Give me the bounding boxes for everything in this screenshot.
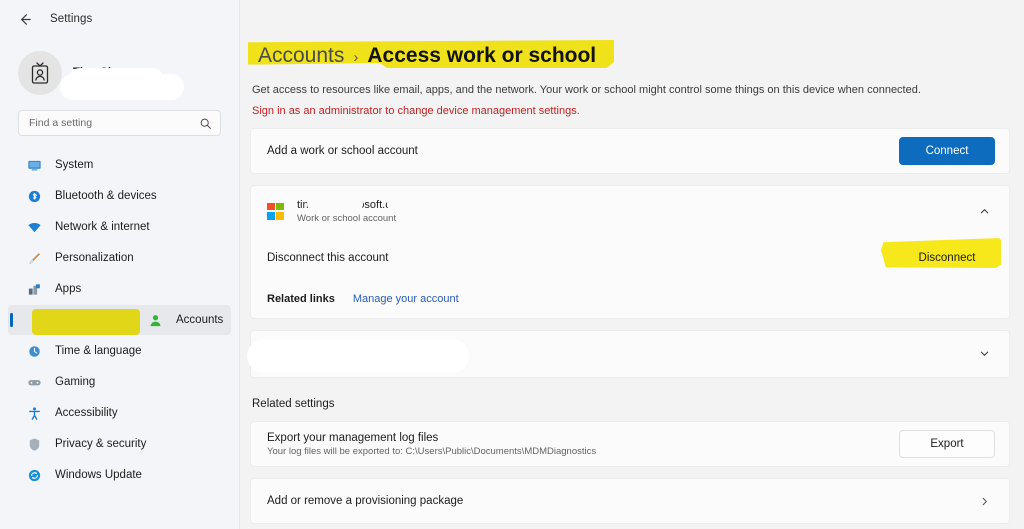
chevron-up-icon[interactable] bbox=[973, 200, 995, 222]
sidebar-item-bluetooth-devices[interactable]: Bluetooth & devices bbox=[8, 181, 231, 211]
add-account-label: Add a work or school account bbox=[267, 145, 418, 157]
export-logs-card: Export your management log files Your lo… bbox=[250, 421, 1010, 467]
chevron-right-icon[interactable] bbox=[973, 490, 995, 512]
sidebar-item-windows-update[interactable]: Windows Update bbox=[8, 460, 231, 490]
sidebar-item-accessibility[interactable]: Accessibility bbox=[8, 398, 231, 428]
add-account-row[interactable]: Add a work or school account Connect bbox=[251, 129, 1009, 173]
redaction-overlay-collapsed bbox=[247, 339, 469, 373]
admin-warning: Sign in as an administrator to change de… bbox=[252, 105, 580, 117]
sidebar-item-system[interactable]: System bbox=[8, 150, 231, 180]
sidebar-item-network-internet[interactable]: Network & internet bbox=[8, 212, 231, 242]
sidebar-item-time-language[interactable]: Time & language bbox=[8, 336, 231, 366]
apps-icon bbox=[26, 281, 42, 297]
navigation-list: System Bluetooth & devices Network & int… bbox=[0, 142, 239, 529]
sidebar-item-label: Gaming bbox=[55, 376, 96, 388]
update-icon bbox=[26, 467, 42, 483]
microsoft-logo-icon bbox=[267, 202, 284, 220]
page-title: Access work or school bbox=[367, 44, 597, 67]
disconnect-label: Disconnect this account bbox=[267, 252, 389, 264]
provisioning-package-row[interactable]: Add or remove a provisioning package bbox=[251, 479, 1009, 523]
back-arrow-icon bbox=[20, 13, 31, 25]
export-logs-path: Your log files will be exported to: C:\U… bbox=[267, 445, 597, 457]
account-info: tin@l.onmicrosoft.com Work or school acc… bbox=[297, 195, 960, 224]
account-email: tin@l.onmicrosoft.com bbox=[297, 195, 960, 212]
sidebar: Settings Tina Chen bbox=[0, 0, 240, 529]
export-logs-title: Export your management log files bbox=[267, 431, 439, 444]
sidebar-item-personalization[interactable]: Personalization bbox=[8, 243, 231, 273]
redaction-overlay-email-a bbox=[307, 195, 363, 212]
add-account-card: Add a work or school account Connect bbox=[250, 128, 1010, 174]
export-logs-row[interactable]: Export your management log files Your lo… bbox=[251, 422, 1009, 466]
search-icon bbox=[200, 118, 211, 129]
selection-indicator bbox=[10, 313, 13, 327]
sidebar-item-privacy-security[interactable]: Privacy & security bbox=[8, 429, 231, 459]
sidebar-item-label: Accessibility bbox=[55, 407, 118, 419]
connected-account-card: tin@l.onmicrosoft.com Work or school acc… bbox=[250, 185, 1010, 319]
page-description: Get access to resources like email, apps… bbox=[252, 84, 921, 96]
redaction-overlay-email bbox=[60, 68, 184, 100]
shield-icon bbox=[26, 436, 42, 452]
export-button[interactable]: Export bbox=[899, 430, 995, 458]
sidebar-item-label: Time & language bbox=[55, 345, 142, 357]
account-subtitle: Work or school account bbox=[297, 212, 397, 224]
breadcrumb: Accounts › Access work or school bbox=[248, 40, 614, 68]
id-badge-icon bbox=[31, 62, 49, 84]
account-header-row[interactable]: tin@l.onmicrosoft.com Work or school acc… bbox=[251, 186, 1009, 236]
highlight-marker-accounts bbox=[32, 309, 140, 335]
avatar bbox=[18, 51, 62, 95]
disconnect-button-wrapper: Disconnect bbox=[881, 238, 1001, 272]
connect-button[interactable]: Connect bbox=[899, 137, 995, 165]
sidebar-item-label: Bluetooth & devices bbox=[55, 190, 157, 202]
settings-window: Settings Tina Chen bbox=[0, 0, 1024, 529]
related-links-label: Related links bbox=[267, 293, 335, 305]
accessibility-icon bbox=[26, 405, 42, 421]
collapsed-account-card[interactable] bbox=[247, 330, 1010, 378]
redaction-overlay-email-b bbox=[387, 195, 497, 212]
breadcrumb-parent[interactable]: Accounts bbox=[258, 44, 344, 68]
user-profile[interactable]: Tina Chen bbox=[0, 38, 239, 100]
sidebar-item-label: Accounts bbox=[176, 314, 224, 326]
sidebar-item-label: System bbox=[55, 159, 94, 171]
export-logs-text: Export your management log files Your lo… bbox=[267, 432, 596, 457]
app-title: Settings bbox=[50, 13, 93, 25]
provisioning-package-card: Add or remove a provisioning package bbox=[250, 478, 1010, 524]
monitor-icon bbox=[26, 157, 42, 173]
breadcrumb-separator: › bbox=[353, 49, 359, 66]
provisioning-package-title: Add or remove a provisioning package bbox=[267, 495, 464, 507]
sidebar-item-label: Personalization bbox=[55, 252, 134, 264]
sidebar-item-label: Apps bbox=[55, 283, 82, 295]
title-bar: Settings bbox=[0, 0, 239, 38]
sidebar-item-apps[interactable]: Apps bbox=[8, 274, 231, 304]
person-icon bbox=[147, 312, 163, 328]
related-links-row: Related links Manage your account bbox=[251, 280, 1009, 318]
chevron-down-icon[interactable] bbox=[973, 342, 995, 364]
sidebar-item-accounts[interactable]: Accounts bbox=[8, 305, 231, 335]
related-settings-heading: Related settings bbox=[252, 398, 335, 410]
disconnect-row: Disconnect this account Disconnect bbox=[251, 236, 1009, 280]
disconnect-button[interactable]: Disconnect bbox=[899, 244, 995, 272]
bluetooth-icon bbox=[26, 188, 42, 204]
manage-your-account-link[interactable]: Manage your account bbox=[353, 293, 459, 305]
back-button[interactable] bbox=[14, 9, 34, 29]
wifi-icon bbox=[26, 219, 42, 235]
sidebar-item-label: Privacy & security bbox=[55, 438, 147, 450]
sidebar-item-gaming[interactable]: Gaming bbox=[8, 367, 231, 397]
search-box[interactable] bbox=[18, 110, 221, 136]
paintbrush-icon bbox=[26, 250, 42, 266]
main-content: Accounts › Access work or school Get acc… bbox=[240, 0, 1024, 529]
gamepad-icon bbox=[26, 374, 42, 390]
clock-icon bbox=[26, 343, 42, 359]
search-input[interactable] bbox=[29, 117, 193, 129]
sidebar-item-label: Windows Update bbox=[55, 469, 142, 481]
search-container bbox=[0, 100, 239, 142]
sidebar-item-label: Network & internet bbox=[55, 221, 150, 233]
